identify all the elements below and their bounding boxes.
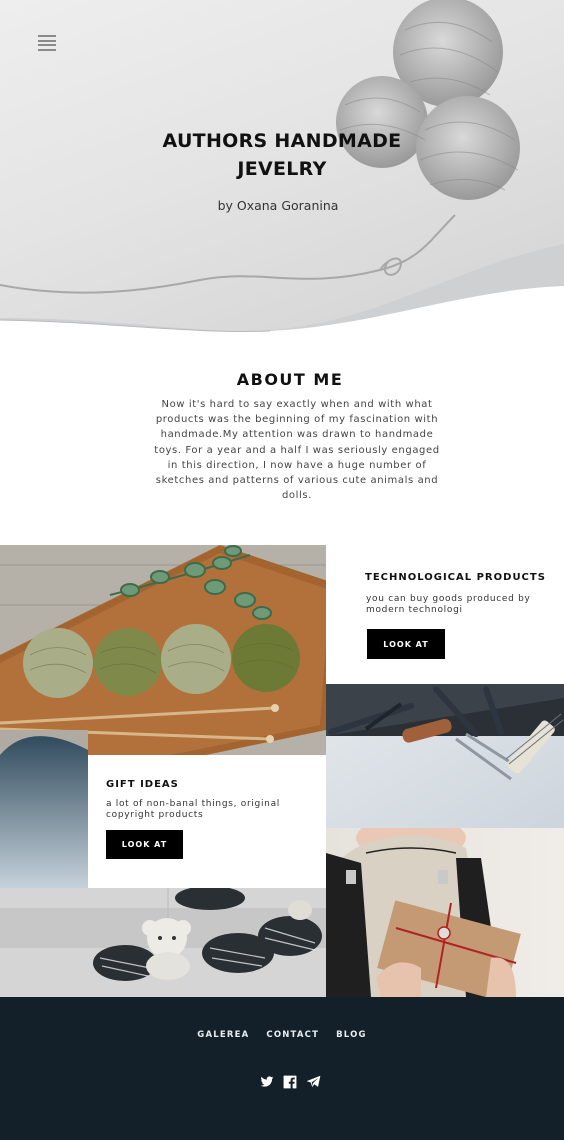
gift-card-title: GIFT IDEAS (106, 779, 179, 790)
yarn-board-photo (0, 545, 326, 755)
gift-box-photo (326, 828, 564, 997)
about-title: ABOUT ME (236, 370, 344, 389)
social-links (260, 1074, 321, 1089)
tech-card: TECHNOLOGICAL PRODUCTS you can buy goods… (326, 545, 564, 684)
footer-link-contact[interactable]: CONTACT (266, 1030, 319, 1040)
telegram-icon[interactable] (306, 1074, 321, 1088)
twitter-icon[interactable] (260, 1074, 274, 1088)
footer-link-blog[interactable]: BLOG (336, 1030, 367, 1040)
footer: GALEREA CONTACT BLOG (0, 997, 564, 1140)
gift-card: GIFT IDEAS a lot of non-banal things, or… (88, 755, 326, 888)
tech-card-text: you can buy goods produced by modern tec… (366, 594, 531, 615)
hero-section: AUTHORS HANDMADE JEVELRY by Oxana Gorani… (0, 0, 564, 340)
tech-card-title: TECHNOLOGICAL PRODUCTS (365, 572, 546, 583)
toys-photo (0, 888, 326, 997)
tools-photo (326, 684, 564, 828)
gift-accent-image (0, 730, 88, 888)
about-text: Now it's hard to say exactly when and wi… (154, 399, 440, 502)
tech-look-at-button[interactable]: LOOK AT (367, 629, 445, 659)
gift-card-text: a lot of non-banal things, original copy… (106, 799, 280, 820)
footer-link-galerea[interactable]: GALEREA (197, 1030, 249, 1040)
gift-look-at-button[interactable]: LOOK AT (106, 830, 183, 859)
hero-title: AUTHORS HANDMADE JEVELRY (162, 130, 402, 180)
hero-subtitle: by Oxana Goranina (217, 198, 339, 213)
facebook-icon[interactable] (283, 1074, 297, 1089)
menu-icon[interactable] (38, 35, 56, 51)
footer-nav: GALEREA CONTACT BLOG (0, 1030, 564, 1040)
